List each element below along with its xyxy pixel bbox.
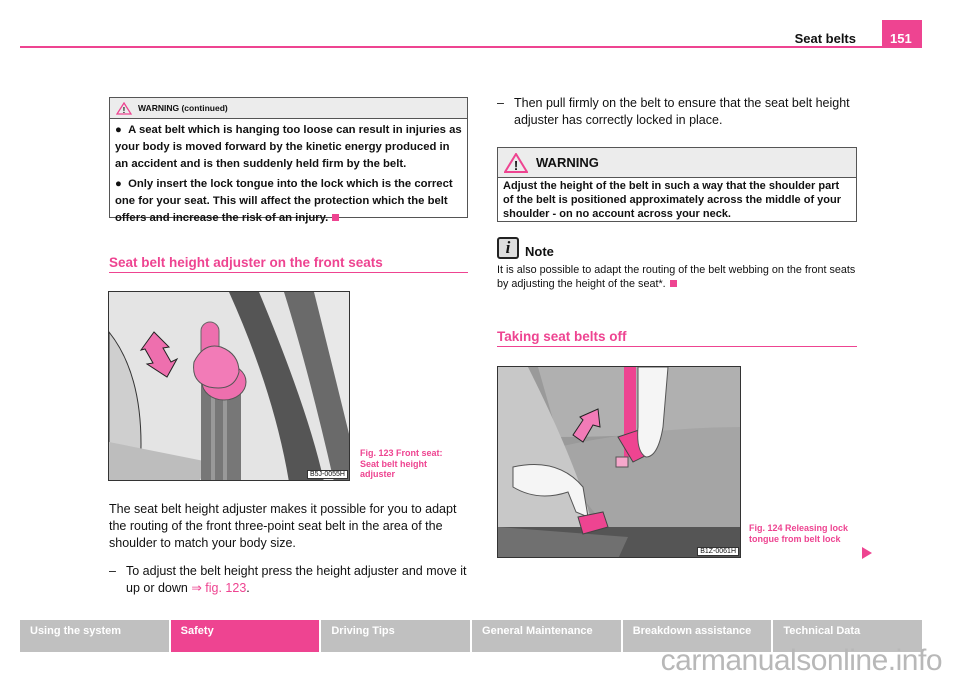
tab-safety[interactable]: Safety: [170, 620, 320, 652]
note-title: Note: [525, 244, 554, 259]
end-marker: [669, 280, 677, 287]
figure-124-image: B1Z-0061H: [497, 366, 741, 558]
step-item: – To adjust the belt height press the he…: [109, 564, 467, 595]
header-rule: [20, 46, 922, 48]
svg-text:!: !: [123, 106, 126, 115]
warning-item: ● A seat belt which is hanging too loose…: [115, 124, 462, 170]
figure-code: B1Z-0061H: [697, 547, 739, 556]
end-marker: [332, 214, 340, 221]
warning-text: Adjust the height of the belt in such a …: [503, 180, 842, 220]
note-text: It is also possible to adapt the routing…: [497, 264, 856, 290]
page-number: 151: [882, 20, 922, 47]
info-icon: i: [497, 237, 519, 259]
figure-caption: Fig. 124 Releasing lock tongue from belt…: [749, 523, 849, 544]
warning-title: WARNING (continued): [138, 103, 228, 113]
warning-title: WARNING: [536, 155, 599, 170]
warning-continued-box: ! WARNING (continued) ● A seat belt whic…: [109, 97, 468, 224]
tab-general-maintenance[interactable]: General Maintenance: [472, 620, 621, 652]
figure-code: B5J-0055H: [306, 470, 348, 479]
section-title: Seat belts: [794, 31, 856, 46]
warning-triangle-icon: !: [116, 101, 132, 115]
figure-caption: Fig. 123 Front seat: Seat belt height ad…: [360, 448, 443, 479]
step-item: – Then pull firmly on the belt to ensure …: [497, 96, 850, 127]
next-page-arrow-icon[interactable]: [861, 546, 873, 560]
warning-triangle-icon: !: [504, 152, 528, 173]
note-header: i Note: [497, 237, 554, 259]
tab-driving-tips[interactable]: Driving Tips: [321, 620, 471, 652]
warning-item: ● Only insert the lock tongue into the l…: [115, 178, 453, 224]
tab-using-the-system[interactable]: Using the system: [20, 620, 169, 652]
figure-123-image: B5J-0055H: [108, 291, 350, 481]
section-heading: Seat belt height adjuster on the front s…: [109, 255, 468, 273]
svg-text:!: !: [514, 158, 518, 173]
section-heading: Taking seat belts off: [497, 329, 857, 347]
warning-box: ! WARNING Adjust the height of the belt …: [497, 147, 857, 222]
figure-link[interactable]: ⇒ fig. 123: [191, 581, 246, 595]
body-paragraph: The seat belt height adjuster makes it p…: [109, 502, 457, 550]
